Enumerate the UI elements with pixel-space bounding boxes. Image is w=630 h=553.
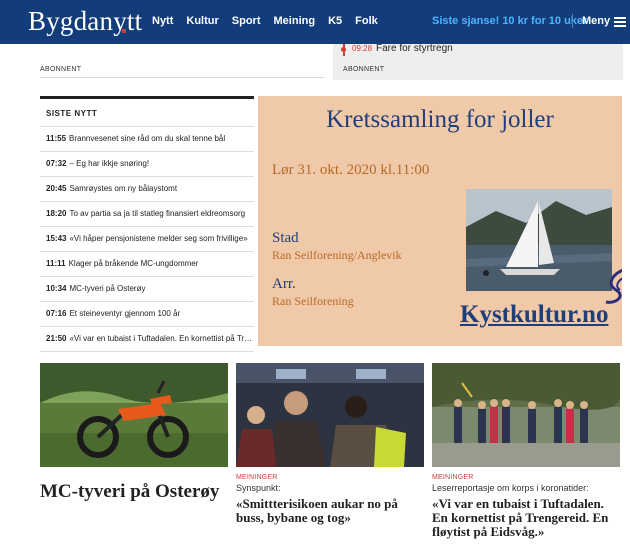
menu-button[interactable]: Meny [582,15,610,27]
article-kicker: MEININGER [432,474,474,481]
news-title: Samrøystes om ny bålaystomt [69,184,178,193]
nav-item-k5[interactable]: K5 [328,15,342,27]
news-title: MC-tyveri på Osterøy [69,284,146,293]
news-time: 10:34 [46,284,67,293]
article-kicker: MEININGER [236,474,278,481]
news-title: Klager på bråkende MC-ungdommer [68,259,199,268]
live-indicator-icon [341,47,346,52]
top-navigation-bar: Bygdanytt Nytt Kultur Sport Meining K5 F… [0,0,630,44]
news-title: Et steineventyr gjennom 100 år [69,309,181,318]
news-time: 18:20 [46,209,67,218]
news-title: Brannvesenet sine råd om du skal tenne b… [69,134,226,143]
list-item[interactable]: 07:32– Eg har ikkje snøring! [40,152,254,177]
news-title: – Eg har ikkje snøring! [69,159,150,168]
latest-news-heading: SISTE NYTT [40,99,254,127]
sailboat-photo [466,189,612,291]
list-item[interactable]: 11:55 Brannvesenet sine råd om du skal te… [40,127,254,152]
article-card[interactable]: MC-tyveri på Osterøy [40,363,228,503]
article-card[interactable]: MEININGER Synspunkt: «Smittterisikoen au… [236,363,424,525]
logo-dot [122,29,126,33]
ad-brand-link[interactable]: Kystkultur.no [460,301,608,329]
ad-title: Kretssamling for joller [326,106,554,133]
news-time: 20:45 [46,184,67,193]
latest-news-list: SISTE NYTT 11:55 Brannvesenet sine råd om… [40,96,254,352]
list-item[interactable]: 20:45 Samrøystes om ny bålaystomt [40,177,254,202]
nav-item-folk[interactable]: Folk [355,15,378,27]
nav-divider [572,14,573,28]
advertisement-banner[interactable]: Kretssamling for joller Lør 31. okt. 202… [258,96,622,346]
main-nav: Nytt Kultur Sport Meining K5 Folk [152,15,391,27]
ad-location-value: Ran Seilforening/Anglevik [272,248,402,262]
list-item[interactable]: 10:34 MC-tyveri på Osterøy [40,277,254,302]
breaking-news-headline[interactable]: Fare for styrtregn [376,43,453,54]
ad-date: Lør 31. okt. 2020 kl.11:00 [272,162,430,178]
breaking-news-time: 09:28 [352,44,373,53]
ad-organizer-value: Ran Seilforening [272,294,354,308]
ad-location-label: Stad [272,230,299,246]
nav-item-sport[interactable]: Sport [232,15,261,27]
news-time: 11:55 [46,134,67,143]
divider-line [40,77,324,78]
subscription-promo-link[interactable]: Siste sjanse! 10 kr for 10 uker [432,15,587,27]
list-item[interactable]: 11:11 Klager på bråkende MC-ungdommer [40,252,254,277]
list-item[interactable]: 07:16 Et steineventyr gjennom 100 år [40,302,254,327]
list-item[interactable]: 15:43 «Vi håper pensjonistene melder seg … [40,227,254,252]
article-headline[interactable]: MC-tyveri på Osterøy [40,481,228,503]
ad-organizer-label: Arr. [272,276,296,292]
news-time: 07:32 [46,159,67,168]
article-headline[interactable]: «Vi var en tubaist i Tuftadalen. En korn… [432,497,620,539]
list-item[interactable]: 18:20 To av partia sa ja til statleg fina… [40,202,254,227]
news-title: «Vi var en tubaist i Tuftadalen. En korn… [69,334,254,343]
brand-swirl-icon [605,269,622,304]
nav-item-kultur[interactable]: Kultur [186,15,218,27]
nav-item-meining[interactable]: Meining [274,15,316,27]
news-time: 21:50 [46,334,67,343]
news-title: «Vi håper pensjonistene melder seg som f… [69,234,248,243]
nav-item-nytt[interactable]: Nytt [152,15,173,27]
news-time: 07:16 [46,309,67,318]
article-pretitle: Synspunkt: [236,483,281,493]
bus-passengers-photo [236,363,424,467]
news-title: To av partia sa ja til statleg finansier… [69,209,246,218]
hamburger-menu-icon[interactable] [614,17,626,27]
article-card[interactable]: MEININGER Leserreportasje om korps i kor… [432,363,620,539]
list-item[interactable]: 21:50 «Vi var en tubaist i Tuftadalen. En… [40,327,254,352]
abonnent-label-left: ABONNENT [40,66,82,73]
news-time: 15:43 [46,234,67,243]
news-time: 11:11 [46,259,66,268]
article-headline[interactable]: «Smittterisikoen aukar no på buss, byban… [236,497,424,525]
brass-band-photo [432,363,620,467]
abonnent-label-right: ABONNENT [343,66,385,73]
article-pretitle: Leserreportasje om korps i koronatider: [432,483,589,493]
motorcycle-photo [40,363,228,467]
